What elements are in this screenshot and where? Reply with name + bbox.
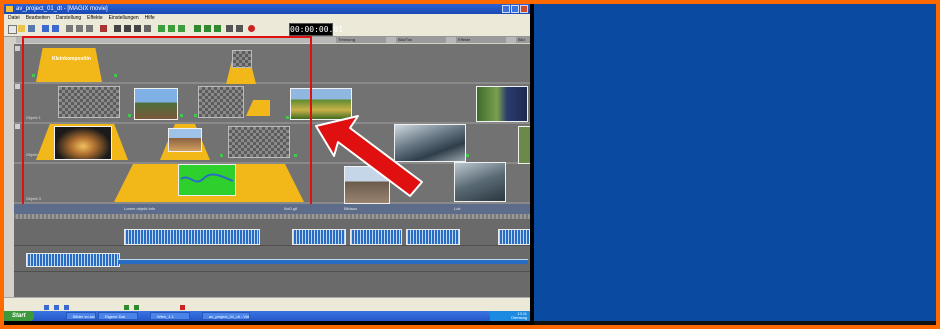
screen-frame: av_project_01_dt - [MAGIX movie] Datei B… bbox=[4, 4, 936, 325]
tool-icon[interactable] bbox=[134, 305, 139, 310]
tool-icon[interactable] bbox=[54, 305, 59, 310]
layout-icon[interactable] bbox=[214, 25, 221, 32]
open-icon[interactable] bbox=[18, 25, 25, 32]
close-button[interactable] bbox=[520, 5, 528, 13]
audio-clip-1[interactable] bbox=[124, 229, 260, 245]
system-tray: 13:11 Dienstag bbox=[490, 311, 530, 321]
track-header-4[interactable]: Bild bbox=[516, 37, 530, 43]
lane-2-icon[interactable] bbox=[15, 84, 20, 89]
tool-icon[interactable] bbox=[180, 305, 185, 310]
taskbar-button-3[interactable]: Wien_1.1 bbox=[150, 312, 190, 320]
redo-icon[interactable] bbox=[52, 25, 59, 32]
tool-icon[interactable] bbox=[124, 305, 129, 310]
new-icon[interactable] bbox=[8, 25, 17, 34]
cut-icon[interactable] bbox=[66, 25, 73, 32]
taskbar: Start Bilder vo sichtbarte Eigene Dat Wi… bbox=[4, 311, 530, 321]
tool-icon[interactable] bbox=[64, 305, 69, 310]
pen-icon[interactable] bbox=[236, 25, 243, 32]
track-header-1[interactable]: Trennung bbox=[336, 37, 386, 43]
clip-person-photo[interactable] bbox=[476, 86, 528, 122]
separator-label-2: NoD.gif bbox=[284, 206, 298, 211]
track-header-2[interactable]: Bild/Ton bbox=[396, 37, 446, 43]
second-monitor-desktop bbox=[534, 4, 936, 321]
play-icon[interactable] bbox=[158, 25, 165, 32]
split-icon[interactable] bbox=[124, 25, 131, 32]
maximize-button[interactable] bbox=[511, 5, 519, 13]
track-divider bbox=[14, 245, 530, 246]
audio-clip-4[interactable] bbox=[406, 229, 460, 245]
taskbar-button-2[interactable]: Eigene Dat bbox=[98, 312, 138, 320]
taskbar-button-4[interactable]: av_project_01_dt - Video bbox=[202, 312, 250, 320]
toolbar: 00:00:00.01 bbox=[4, 22, 530, 37]
keyframe-handle[interactable] bbox=[466, 154, 469, 157]
music-clip-2[interactable] bbox=[118, 259, 528, 264]
menu-view[interactable]: Darstellung bbox=[56, 14, 81, 22]
copy-icon[interactable] bbox=[76, 25, 83, 32]
stop-icon[interactable] bbox=[178, 25, 185, 32]
track-divider bbox=[14, 271, 530, 272]
menu-help[interactable]: Hilfe bbox=[145, 14, 155, 22]
zoom-icon[interactable] bbox=[144, 25, 151, 32]
audio-clip-3[interactable] bbox=[350, 229, 402, 245]
menu-bar: Datei Bearbeiten Darstellung Effekte Ein… bbox=[4, 14, 530, 22]
second-monitor-strip bbox=[534, 321, 936, 325]
audio-tracks[interactable] bbox=[14, 219, 530, 297]
tool-icon[interactable] bbox=[44, 305, 49, 310]
monitor-icon[interactable] bbox=[194, 25, 201, 32]
clock[interactable]: 13:11 Dienstag bbox=[511, 312, 527, 320]
menu-file[interactable]: Datei bbox=[8, 14, 20, 22]
separator-label-4: Lok bbox=[454, 206, 461, 211]
menu-edit[interactable]: Bearbeiten bbox=[26, 14, 50, 22]
menu-settings[interactable]: Einstellungen bbox=[109, 14, 139, 22]
paste-icon[interactable] bbox=[86, 25, 93, 32]
lane-1-icon[interactable] bbox=[15, 46, 20, 51]
object-info-bar: Lorem objekt-Info NoD.gif Bildaus Lok bbox=[14, 204, 530, 214]
menu-effects[interactable]: Effekte bbox=[87, 14, 102, 22]
title-bar[interactable]: av_project_01_dt - [MAGIX movie] bbox=[4, 4, 530, 14]
editor-window: av_project_01_dt - [MAGIX movie] Datei B… bbox=[4, 4, 530, 321]
app-icon bbox=[6, 6, 13, 12]
forward-icon[interactable] bbox=[168, 25, 175, 32]
separator-label-1: Lorem objekt-Info bbox=[124, 206, 156, 211]
clock-line-2: Dienstag bbox=[511, 315, 527, 320]
audio-clip-2[interactable] bbox=[292, 229, 346, 245]
arrow-icon[interactable] bbox=[114, 25, 121, 32]
clip-edge-photo[interactable] bbox=[518, 126, 530, 164]
timecode-display: 00:00:00.01 bbox=[289, 23, 343, 36]
wand-icon[interactable] bbox=[226, 25, 233, 32]
red-arrow-icon bbox=[315, 115, 423, 197]
save-icon[interactable] bbox=[28, 25, 35, 32]
record-icon[interactable] bbox=[248, 25, 255, 32]
clip-bridge-photo-b[interactable] bbox=[454, 162, 506, 202]
start-button[interactable]: Start bbox=[4, 311, 34, 321]
trim-icon[interactable] bbox=[134, 25, 141, 32]
lane-3-icon[interactable] bbox=[15, 124, 20, 129]
track-header-3[interactable]: Effekte bbox=[456, 37, 506, 43]
minimize-button[interactable] bbox=[502, 5, 510, 13]
audio-clip-5[interactable] bbox=[498, 229, 530, 245]
highlight-box bbox=[22, 36, 312, 206]
taskbar-button-1[interactable]: Bilder vo sichtbarte bbox=[66, 312, 96, 320]
separator-label-3: Bildaus bbox=[344, 206, 358, 211]
window-title: av_project_01_dt - [MAGIX movie] bbox=[16, 6, 108, 12]
music-clip-1[interactable] bbox=[26, 253, 120, 267]
grid-icon[interactable] bbox=[204, 25, 211, 32]
delete-icon[interactable] bbox=[100, 25, 107, 32]
undo-icon[interactable] bbox=[42, 25, 49, 32]
